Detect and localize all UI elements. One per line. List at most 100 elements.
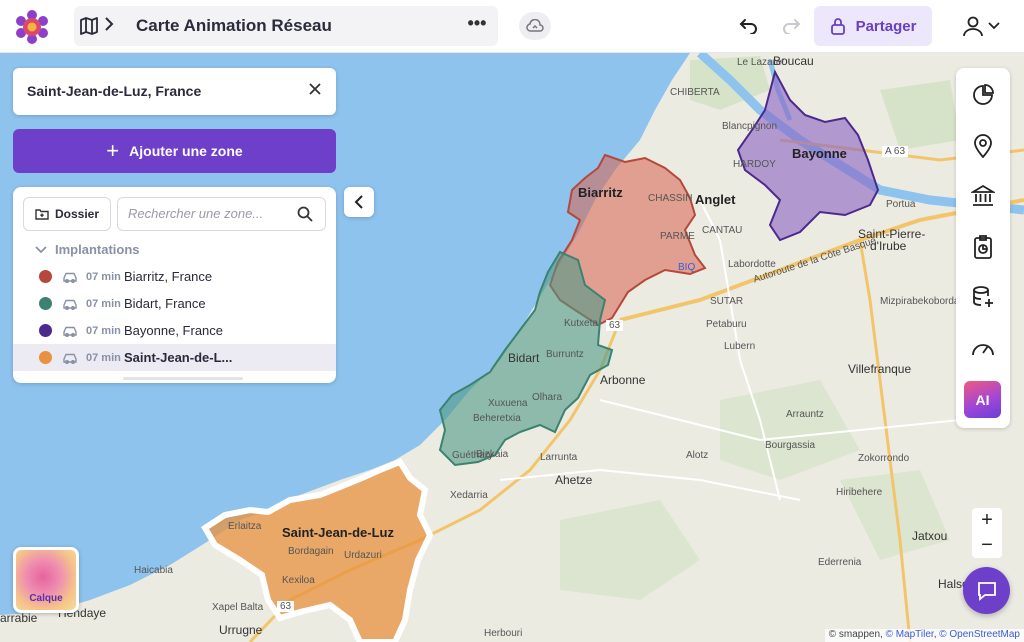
zone-row[interactable]: 07 min Biarritz, France — [13, 263, 336, 290]
zone-search-field[interactable] — [117, 197, 326, 231]
speedometer-icon[interactable] — [969, 334, 997, 362]
map-label: PARME — [660, 231, 695, 242]
zone-color-dot — [39, 270, 52, 283]
map-label: Urrugne — [219, 623, 263, 637]
zone-name: Bayonne, France — [124, 323, 224, 338]
map-label: Kexiloa — [282, 575, 315, 586]
map-label: Ahetze — [555, 473, 593, 487]
map-label: HARDOY — [733, 159, 776, 170]
group-header-implantations[interactable]: Implantations — [35, 242, 140, 257]
zone-color-dot — [39, 351, 52, 364]
map-label: Xapel Balta — [212, 602, 264, 613]
share-button[interactable]: Partager — [814, 6, 932, 46]
zone-search-input[interactable] — [128, 206, 288, 221]
search-icon[interactable] — [297, 206, 313, 227]
collapse-panel-button[interactable] — [344, 187, 374, 217]
map-label: Anglet — [695, 192, 736, 207]
zoom-out-button[interactable]: − — [972, 533, 1002, 558]
map-label: Saint-Jean-de-Luz — [282, 525, 394, 540]
chevron-down-icon — [35, 245, 47, 253]
user-menu-button[interactable] — [962, 12, 1006, 40]
maptiler-link[interactable]: © MapTiler — [886, 629, 934, 640]
map-label: Urdazuri — [344, 550, 382, 561]
map-pin-icon[interactable] — [969, 132, 997, 160]
zone-row[interactable]: 07 min Bayonne, France — [13, 317, 336, 344]
map-label: BIQ — [678, 262, 696, 273]
map-label: Portua — [886, 199, 916, 210]
zone-name: Saint-Jean-de-L... — [124, 350, 233, 365]
map-label: Haicabia — [134, 565, 173, 576]
plus-icon: + — [106, 138, 120, 163]
map-label: Kutxeta — [564, 318, 598, 329]
zone-row[interactable]: 07 min Bidart, France — [13, 290, 336, 317]
page-title[interactable]: Carte Animation Réseau — [136, 16, 332, 36]
map-label: Bayonne — [792, 146, 847, 161]
more-options-button[interactable]: ••• — [464, 12, 490, 38]
map-label: 63 — [277, 601, 295, 612]
zone-name: Bidart, France — [124, 296, 206, 311]
chevron-right-icon — [104, 16, 114, 37]
zone-color-dot — [39, 297, 52, 310]
right-toolbar: AI — [956, 68, 1010, 428]
map-attribution: © smappen, © MapTiler, © OpenStreetMap — [824, 629, 1024, 642]
add-zone-label: Ajouter une zone — [129, 143, 243, 159]
map-label: Ederrenia — [818, 557, 862, 568]
redo-button[interactable] — [778, 13, 804, 39]
map-label: Hiribehere — [836, 487, 883, 498]
map-label: Xedarria — [450, 490, 488, 501]
add-zone-button[interactable]: + Ajouter une zone — [13, 129, 336, 173]
map-label: Jatxou — [912, 529, 948, 543]
map-label: CANTAU — [702, 225, 743, 236]
map-label: Bourgassia — [765, 440, 816, 451]
map-label: Alotz — [686, 450, 709, 461]
map-label: Mizpirabekoborda — [880, 296, 960, 307]
zone-travel-time: 07 min — [86, 324, 121, 337]
scrollbar[interactable] — [123, 377, 243, 380]
chat-button[interactable] — [963, 567, 1010, 614]
map-label: CHIBERTA — [670, 87, 720, 98]
zone-travel-time: 07 min — [86, 351, 121, 364]
car-icon — [63, 326, 77, 337]
map-label: Bizkaia — [476, 449, 509, 460]
folder-button[interactable]: Dossier — [23, 197, 111, 231]
map-label: Arrauntz — [786, 409, 824, 420]
map-label: Beheretxia — [473, 413, 521, 424]
map-label: Herbouri — [484, 628, 523, 639]
cloud-sync-icon[interactable] — [519, 12, 551, 40]
layers-label: Calque — [29, 593, 63, 604]
ai-assistant-button[interactable]: AI — [964, 381, 1001, 418]
openstreetmap-link[interactable]: © OpenStreetMap — [939, 629, 1020, 640]
map-label: 63 — [606, 320, 624, 331]
map-label: Petaburu — [706, 319, 747, 330]
app-logo-icon[interactable] — [14, 9, 50, 45]
pie-chart-icon[interactable] — [969, 81, 997, 109]
map-label: Bidart — [508, 351, 540, 365]
map-label: A 63 — [882, 146, 909, 157]
undo-button[interactable] — [736, 13, 762, 39]
location-search-value[interactable]: Saint-Jean-de-Luz, France — [27, 83, 201, 99]
map-label: arrabie — [0, 611, 38, 625]
zones-panel: Dossier Implantations 07 min Biarritz, F… — [13, 187, 336, 383]
car-icon — [63, 272, 77, 283]
location-search-card[interactable]: Saint-Jean-de-Luz, France — [13, 68, 336, 115]
map-icon[interactable] — [78, 15, 100, 37]
zone-row[interactable]: 07 min Saint-Jean-de-L... — [13, 344, 336, 371]
map-label: Lubern — [724, 341, 756, 352]
map-label: CHASSIN — [648, 193, 693, 204]
user-icon — [963, 16, 983, 37]
attribution-prefix: © smappen, — [828, 629, 886, 640]
zone-name: Biarritz, France — [124, 269, 213, 284]
zone-travel-time: 07 min — [86, 297, 121, 310]
map-label: Erlaitza — [228, 521, 262, 532]
report-icon[interactable] — [969, 233, 997, 261]
close-icon[interactable] — [308, 80, 322, 101]
zoom-in-button[interactable]: + — [972, 508, 1002, 533]
bank-icon[interactable] — [969, 182, 997, 210]
map-label: Villefranque — [848, 362, 912, 376]
zoom-control: + − — [972, 508, 1002, 558]
layers-button[interactable]: Calque — [13, 547, 79, 613]
lock-icon — [830, 18, 845, 35]
database-add-icon[interactable] — [969, 283, 997, 311]
map-label: Larrunta — [540, 452, 578, 463]
chevron-down-icon — [988, 22, 1000, 30]
